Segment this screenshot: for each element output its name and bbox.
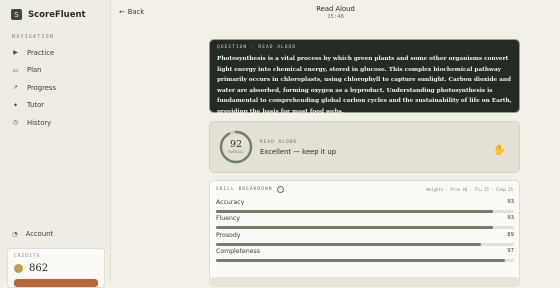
sidebar-item-progress[interactable]: ↗ Progress [10,79,106,97]
sidebar-item-label: Account [25,230,54,238]
page-title: Read Aloud [316,5,355,13]
result-message: Excellent — keep it up [260,148,337,156]
skill-breakdown-card: SKILL BREAKDOWN i Weights · Pron 40 · Fl… [209,180,520,285]
passage-card: QUESTION · READ ALOUD Photosynthesis is … [209,39,520,115]
info-icon[interactable]: i [276,186,284,193]
coin-icon [14,264,23,273]
play-icon: ▶ [13,49,18,57]
sidebar-item-label: Progress [27,83,57,92]
timer: 15:48 [327,14,344,20]
calendar-icon: ▭ [12,66,19,74]
result-label: READ ALOUD [260,140,298,145]
metric-bar-fill [216,243,482,246]
metric-bar [216,226,514,229]
next-card-peek [209,277,520,287]
metric-bar [216,210,514,213]
sidebar-item-label: Practice [27,48,55,57]
metric-bar-fill [216,259,506,262]
sidebar-item-label: Tutor [27,101,45,110]
sidebar-item-label: Plan [27,66,42,75]
metric-name: Fluency [216,215,240,222]
sparkle-icon: ✦ [12,101,19,109]
nav-list: ▶ Practice ▭ Plan ↗ Progress ✦ Tutor ◷ H… [10,44,106,132]
metric-bar [216,243,514,246]
top-bar: ← Back Read Aloud 15:48 [111,0,560,26]
credits-value: 862 [29,263,49,274]
nav-section-label: NAVIGATION [12,34,55,40]
sidebar-item-history[interactable]: ◷ History [10,114,106,132]
result-card: 92 OVERALL READ ALOUD Excellent — keep i… [209,121,520,173]
sidebar-item-practice[interactable]: ▶ Practice [10,44,106,62]
passage-text: Photosynthesis is a vital process by whi… [217,56,512,115]
buy-credits-button[interactable] [14,279,98,287]
sidebar-item-tutor[interactable]: ✦ Tutor [10,97,106,115]
app-name: ScoreFluent [28,9,86,20]
sidebar: S ScoreFluent NAVIGATION ▶ Practice ▭ Pl… [0,0,111,288]
metric-value: 89 [507,232,514,238]
breakdown-header: SKILL BREAKDOWN i [216,186,284,193]
credits-row: 862 [14,263,48,274]
sidebar-item-plan[interactable]: ▭ Plan [10,62,106,80]
metric-value: 97 [507,248,514,254]
breakdown-title: SKILL BREAKDOWN [216,187,273,192]
hand-icon: ✋ [493,145,506,156]
credits-card: CREDITS 862 [7,248,105,288]
credits-label: CREDITS [14,254,41,259]
overall-score: 92 [229,139,243,150]
logo-icon: S [11,9,22,20]
overall-score-label: OVERALL [227,150,245,154]
app-logo[interactable]: S ScoreFluent [11,9,86,20]
clock-icon: ◷ [12,119,19,127]
metric-bar [216,259,514,262]
metric-name: Prosody [216,232,241,239]
metric-name: Completeness [216,248,260,255]
metric-bar-fill [216,210,494,213]
sidebar-item-label: History [27,118,52,127]
metric-bar-fill [216,226,494,229]
metric-value: 93 [507,215,514,221]
weights-text: Weights · Pron 40 · Flu 35 · Comp 25 [426,187,513,192]
metric-value: 93 [507,199,514,205]
metric-name: Accuracy [216,199,245,206]
passage-label: QUESTION · READ ALOUD [217,45,297,50]
sidebar-item-account[interactable]: ◔ Account [12,230,53,238]
chart-icon: ↗ [12,84,19,92]
user-icon: ◔ [12,230,18,238]
